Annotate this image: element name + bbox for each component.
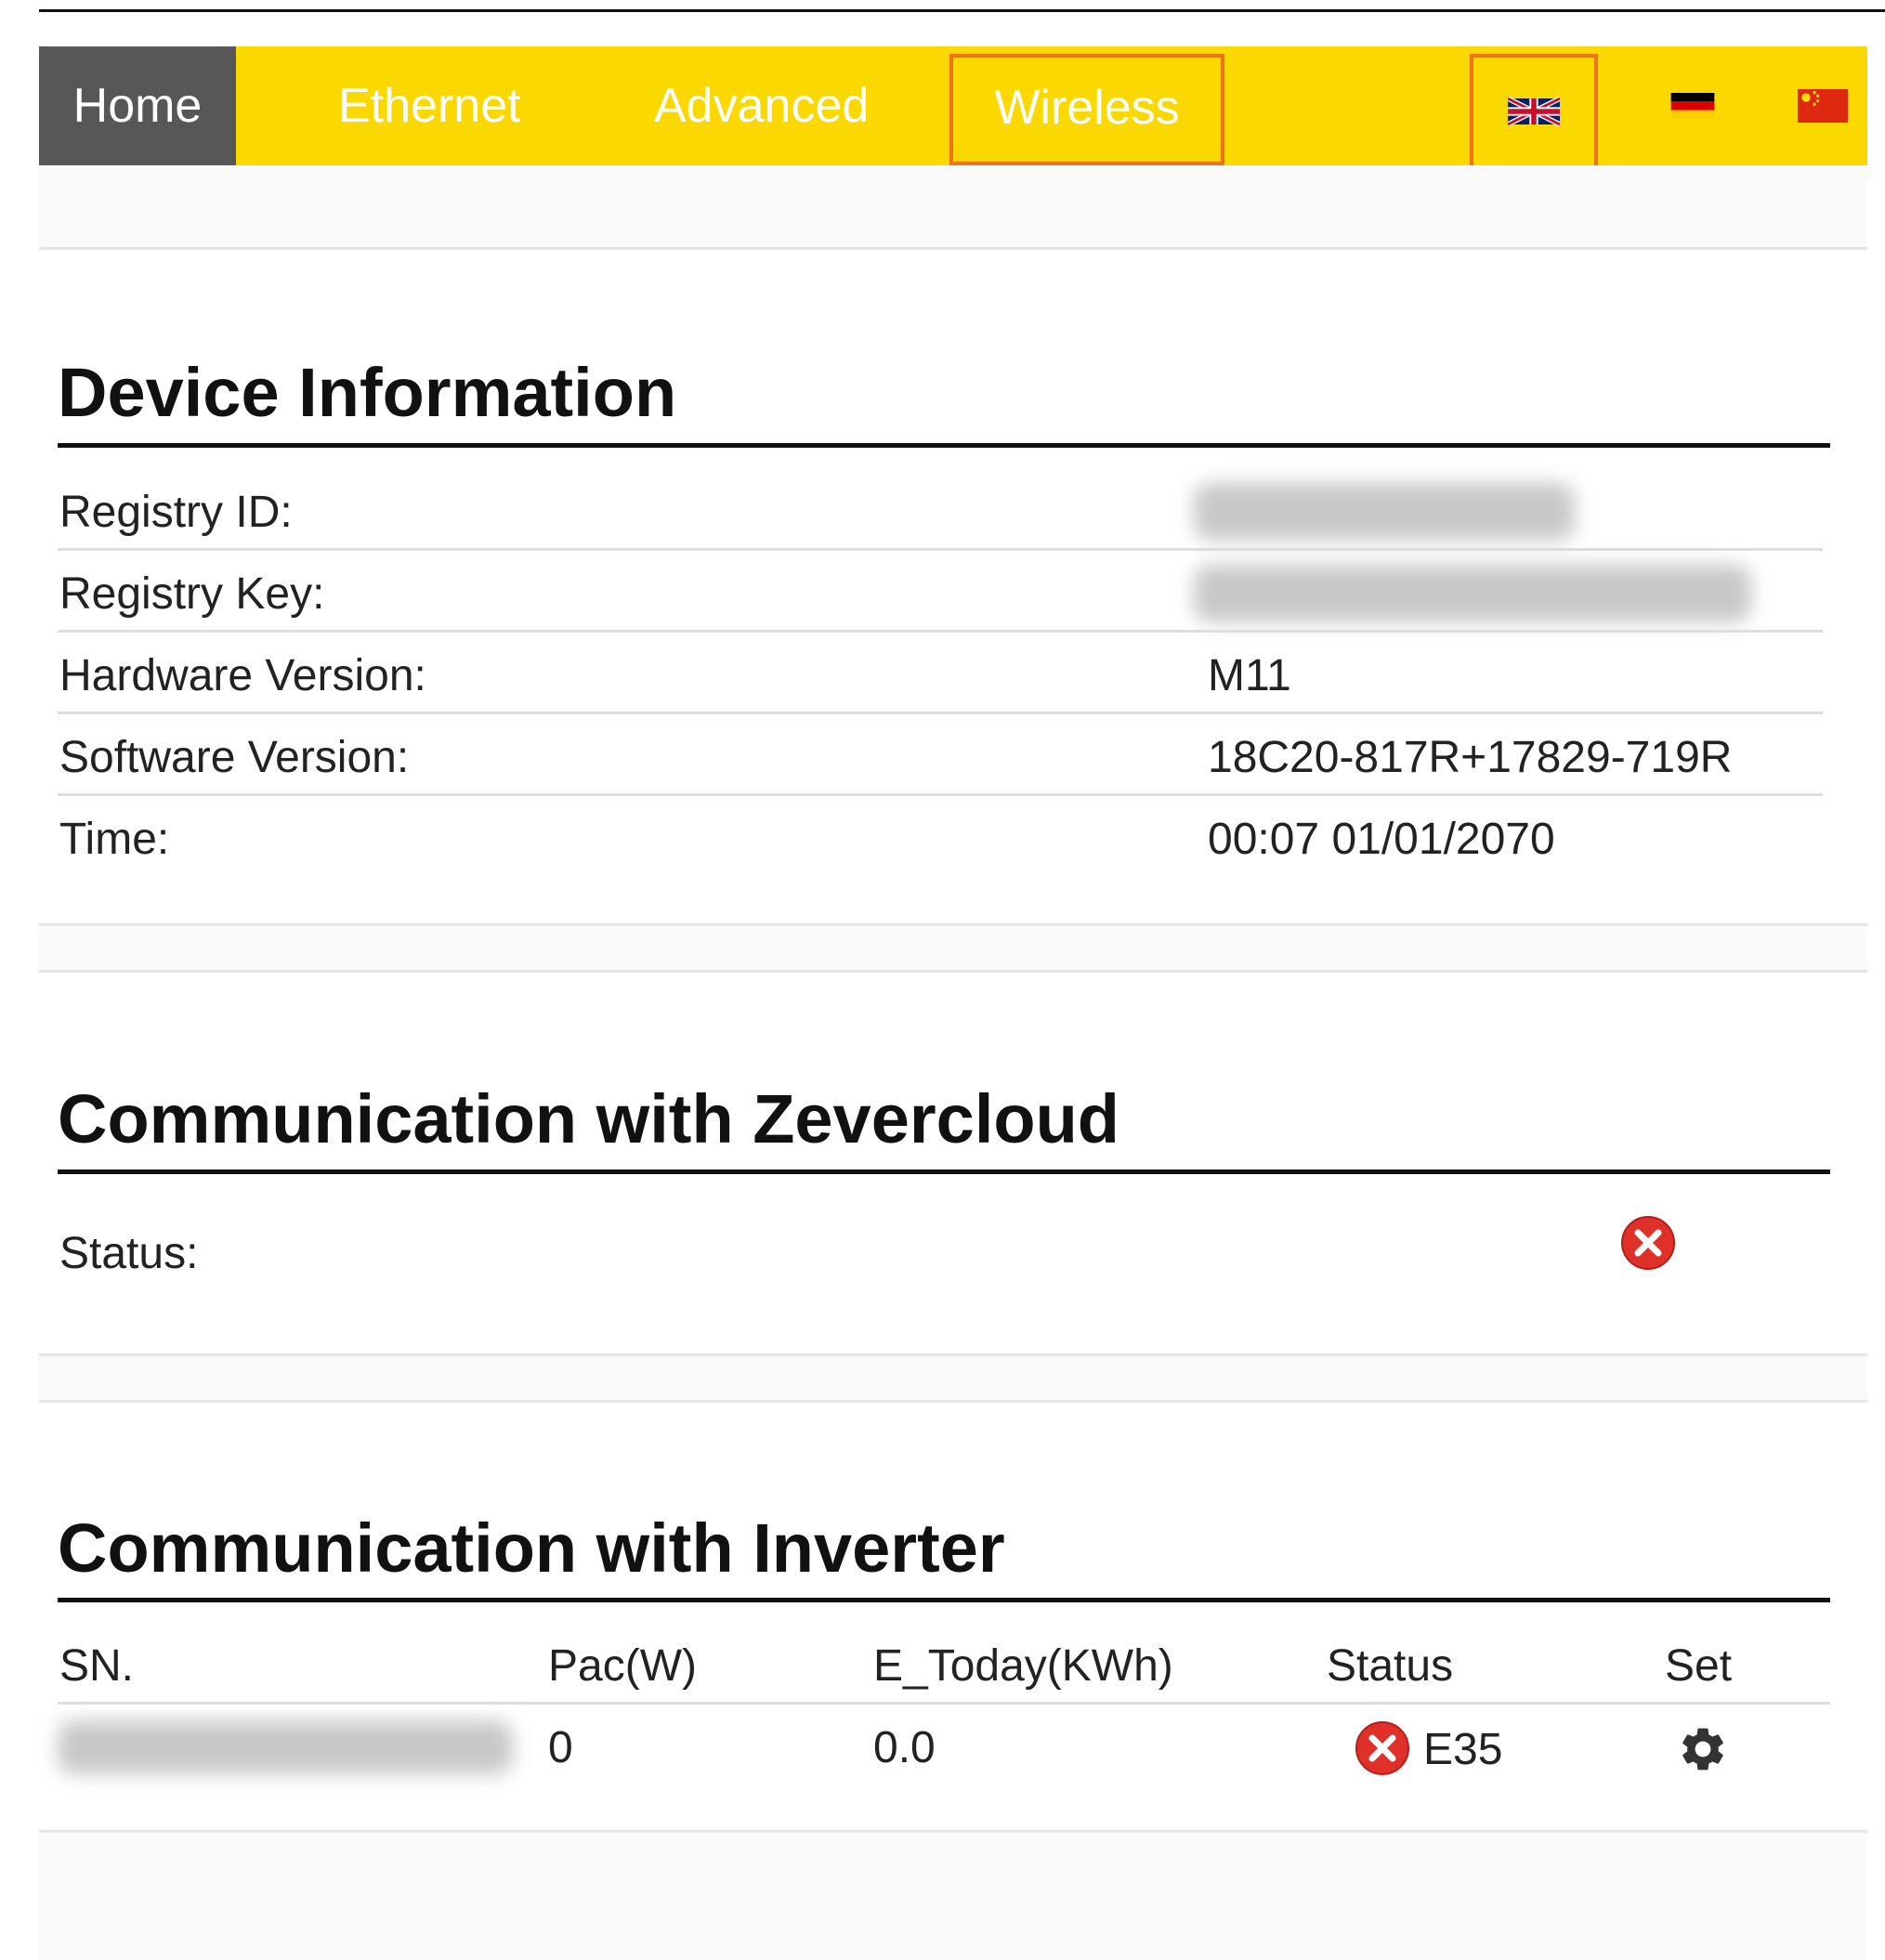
section-title-inverter: Communication with Inverter xyxy=(58,1509,1005,1587)
inverter-pac-value: 0 xyxy=(548,1723,573,1772)
top-border xyxy=(39,9,1885,12)
column-header-sn: SN. xyxy=(59,1641,135,1691)
section-title-zevercloud: Communication with Zevercloud xyxy=(58,1080,1119,1157)
uk-flag-icon xyxy=(1508,97,1560,126)
registry-key-label: Registry Key: xyxy=(59,569,325,619)
error-icon xyxy=(1621,1216,1675,1270)
nav-ethernet[interactable]: Ethernet xyxy=(338,46,521,165)
registry-key-value-redacted xyxy=(1194,565,1751,622)
row-divider xyxy=(58,548,1823,551)
column-header-pac: Pac(W) xyxy=(548,1641,697,1691)
separator-line xyxy=(39,1400,1867,1403)
row-divider xyxy=(58,630,1823,633)
navbar: Home Ethernet Advanced Wireless xyxy=(39,46,1867,169)
separator-band xyxy=(39,1833,1867,1960)
section-title-device-info: Device Information xyxy=(58,354,677,431)
row-divider xyxy=(58,1702,1830,1705)
error-icon xyxy=(1355,1721,1409,1775)
separator-line xyxy=(39,247,1867,250)
germany-flag-icon xyxy=(1670,93,1715,119)
inverter-status-code: E35 xyxy=(1423,1725,1503,1774)
column-header-e-today: E_Today(KWh) xyxy=(873,1641,1173,1691)
section-rule xyxy=(58,1169,1830,1174)
separator-band xyxy=(39,1356,1867,1403)
time-label: Time: xyxy=(59,815,170,864)
hardware-version-value: M11 xyxy=(1208,651,1291,700)
separator-band xyxy=(39,165,1867,249)
row-divider xyxy=(58,712,1823,714)
gear-icon[interactable] xyxy=(1677,1723,1729,1775)
inverter-e-today-value: 0.0 xyxy=(873,1723,936,1772)
nav-wireless[interactable]: Wireless xyxy=(949,54,1224,165)
column-header-set: Set xyxy=(1665,1641,1733,1691)
registry-id-label: Registry ID: xyxy=(59,488,293,537)
row-divider xyxy=(58,793,1823,796)
inverter-sn-redacted xyxy=(58,1720,513,1774)
software-version-label: Software Version: xyxy=(59,733,410,782)
nav-advanced[interactable]: Advanced xyxy=(654,46,869,165)
column-header-status: Status xyxy=(1327,1641,1454,1691)
language-german[interactable] xyxy=(1637,46,1748,165)
separator-band xyxy=(39,926,1867,973)
language-english[interactable] xyxy=(1470,54,1598,169)
section-rule xyxy=(58,1598,1830,1602)
cloud-status-label: Status: xyxy=(59,1229,199,1278)
hardware-version-label: Hardware Version: xyxy=(59,651,426,700)
time-value: 00:07 01/01/2070 xyxy=(1208,815,1555,864)
software-version-value: 18C20-817R+17829-719R xyxy=(1208,733,1733,782)
registry-id-value-redacted xyxy=(1194,483,1575,541)
china-flag-icon xyxy=(1798,89,1848,123)
nav-home[interactable]: Home xyxy=(39,46,236,165)
section-rule xyxy=(58,443,1830,448)
separator-line xyxy=(39,970,1867,973)
language-chinese[interactable] xyxy=(1767,46,1878,165)
